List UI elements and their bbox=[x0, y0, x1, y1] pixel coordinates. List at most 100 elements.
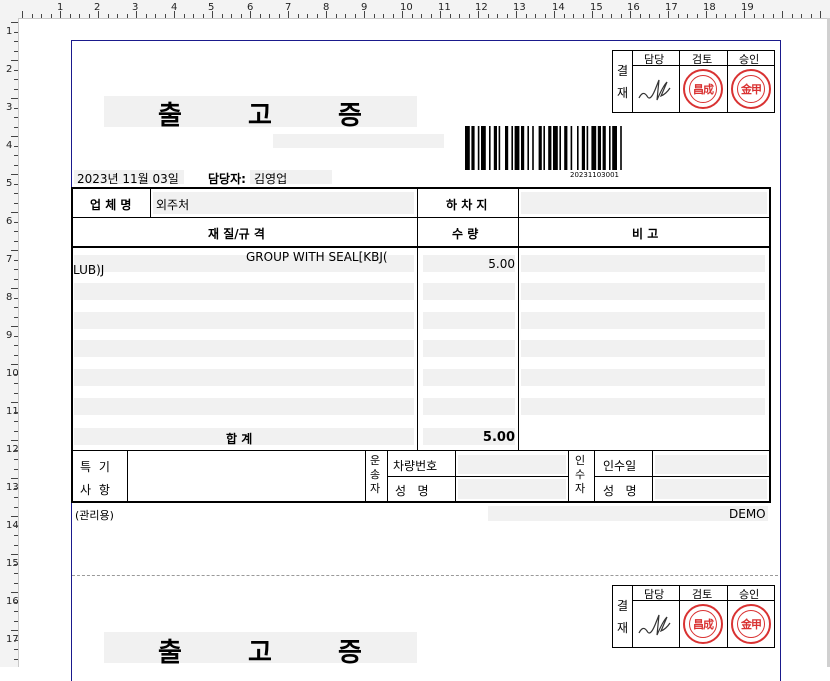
ruler-tick bbox=[14, 602, 18, 603]
ruler-tick bbox=[241, 14, 242, 18]
ruler-label: 9 bbox=[6, 330, 13, 341]
ruler-tick bbox=[725, 14, 726, 18]
item-qty[interactable]: 5.00 bbox=[420, 257, 515, 271]
ruler-label: 18 bbox=[703, 2, 716, 13]
ruler-tick bbox=[193, 14, 194, 18]
ruler-tick bbox=[11, 478, 18, 479]
ruler-tick bbox=[583, 14, 584, 18]
ruler-tick bbox=[317, 14, 318, 18]
barcode-bar bbox=[514, 126, 520, 170]
ruler-tick bbox=[174, 11, 175, 18]
hdiv-receiver bbox=[594, 476, 770, 477]
item-row-background bbox=[521, 283, 765, 300]
ruler-tick bbox=[573, 14, 574, 18]
ruler-label: 16 bbox=[627, 2, 640, 13]
ruler-tick bbox=[11, 288, 18, 289]
item-row-background bbox=[423, 369, 515, 386]
review-stamp: 昌成 bbox=[683, 69, 723, 109]
signature-mark bbox=[638, 614, 671, 636]
item-spec-line2[interactable]: LUB)J bbox=[73, 263, 104, 277]
ruler-tick bbox=[14, 583, 18, 584]
approval-block-copy: 결 재 담당 검토 승인 昌成 金甲 bbox=[612, 585, 775, 648]
ruler-label: 1 bbox=[6, 26, 13, 37]
unload-value-background bbox=[521, 192, 767, 214]
ruler-tick bbox=[621, 14, 622, 18]
ruler-tick bbox=[488, 14, 489, 18]
ruler-tick bbox=[440, 11, 441, 18]
ruler-tick bbox=[212, 11, 213, 18]
item-row-background bbox=[423, 312, 515, 329]
manager-label: 담당자: bbox=[208, 172, 246, 186]
item-row-background bbox=[521, 398, 765, 415]
ruler-tick bbox=[60, 11, 61, 18]
ruler-tick bbox=[687, 14, 688, 18]
barcode-bar bbox=[548, 126, 552, 170]
ruler-tick bbox=[526, 14, 527, 18]
carrier-name-label: 성 명 bbox=[395, 484, 429, 498]
barcode-bar bbox=[532, 126, 534, 170]
item-spec-line1[interactable]: GROUP WITH SEAL[KBJ( bbox=[246, 250, 388, 264]
ruler-label: 13 bbox=[513, 2, 526, 13]
ruler-tick bbox=[14, 526, 18, 527]
ruler-tick bbox=[336, 14, 337, 18]
ruler-tick bbox=[11, 440, 18, 441]
ruler-tick bbox=[374, 14, 375, 18]
ruler-tick bbox=[51, 14, 52, 18]
ruler-tick bbox=[782, 11, 783, 18]
horizontal-ruler[interactable]: 1 2 3 4 5 6 7 8 9 10 11 12 13 14 15 16 17 18 19 bbox=[0, 0, 830, 19]
ruler-tick bbox=[165, 14, 166, 18]
ruler-tick bbox=[14, 155, 18, 156]
ruler-tick bbox=[14, 374, 18, 375]
ruler-tick bbox=[14, 231, 18, 232]
ruler-tick bbox=[14, 32, 18, 33]
header-bottom-border bbox=[71, 246, 771, 248]
ruler-tick bbox=[801, 14, 802, 18]
ruler-tick bbox=[14, 431, 18, 432]
total-qty: 5.00 bbox=[482, 430, 515, 445]
demo-background bbox=[488, 506, 768, 521]
approval-header-approve: 승인 bbox=[739, 53, 760, 66]
receive-date-value[interactable] bbox=[655, 455, 767, 474]
ruler-tick bbox=[450, 14, 451, 18]
ruler-tick bbox=[89, 14, 90, 18]
ruler-tick bbox=[364, 11, 365, 18]
ruler-tick bbox=[98, 11, 99, 18]
item-row-background bbox=[74, 369, 414, 386]
company-value[interactable]: 외주처 bbox=[156, 196, 189, 213]
ruler-tick bbox=[431, 14, 432, 18]
barcode-bar bbox=[543, 126, 545, 170]
ruler-tick bbox=[11, 212, 18, 213]
ruler-tick bbox=[11, 250, 18, 251]
receiver-name-value[interactable] bbox=[655, 479, 767, 499]
ruler-tick bbox=[14, 459, 18, 460]
vertical-ruler[interactable]: 1 2 3 4 5 6 7 8 9 10 11 12 13 14 15 16 17 bbox=[0, 18, 19, 667]
ruler-tick bbox=[14, 573, 18, 574]
ruler-tick bbox=[14, 108, 18, 109]
vehicle-number-value[interactable] bbox=[458, 455, 566, 474]
ruler-tick bbox=[393, 14, 394, 18]
total-label: 합 계 bbox=[226, 432, 253, 446]
column-header-qty: 수 량 bbox=[452, 227, 479, 241]
ruler-tick bbox=[250, 11, 251, 18]
ruler-tick bbox=[412, 14, 413, 18]
vdiv-qty-note bbox=[518, 188, 519, 451]
ruler-tick bbox=[326, 11, 327, 18]
ruler-tick bbox=[763, 14, 764, 18]
ruler-tick bbox=[14, 545, 18, 546]
ruler-tick bbox=[14, 383, 18, 384]
unload-label: 하 차 지 bbox=[446, 198, 488, 212]
barcode-bar bbox=[527, 126, 529, 170]
ruler-tick bbox=[14, 89, 18, 90]
ruler-tick bbox=[22, 11, 23, 18]
ruler-tick bbox=[630, 11, 631, 18]
carrier-name-value[interactable] bbox=[458, 479, 566, 499]
table-bottom-border bbox=[71, 501, 771, 503]
ruler-tick bbox=[14, 241, 18, 242]
ruler-label: 7 bbox=[6, 254, 13, 265]
admin-use-label: (관리용) bbox=[75, 509, 114, 522]
item-row-background bbox=[74, 340, 414, 357]
ruler-label: 5 bbox=[6, 178, 13, 189]
issue-date: 2023년 11월 03일 bbox=[77, 172, 179, 186]
ruler-tick bbox=[14, 412, 18, 413]
barcode-bar bbox=[591, 126, 597, 170]
